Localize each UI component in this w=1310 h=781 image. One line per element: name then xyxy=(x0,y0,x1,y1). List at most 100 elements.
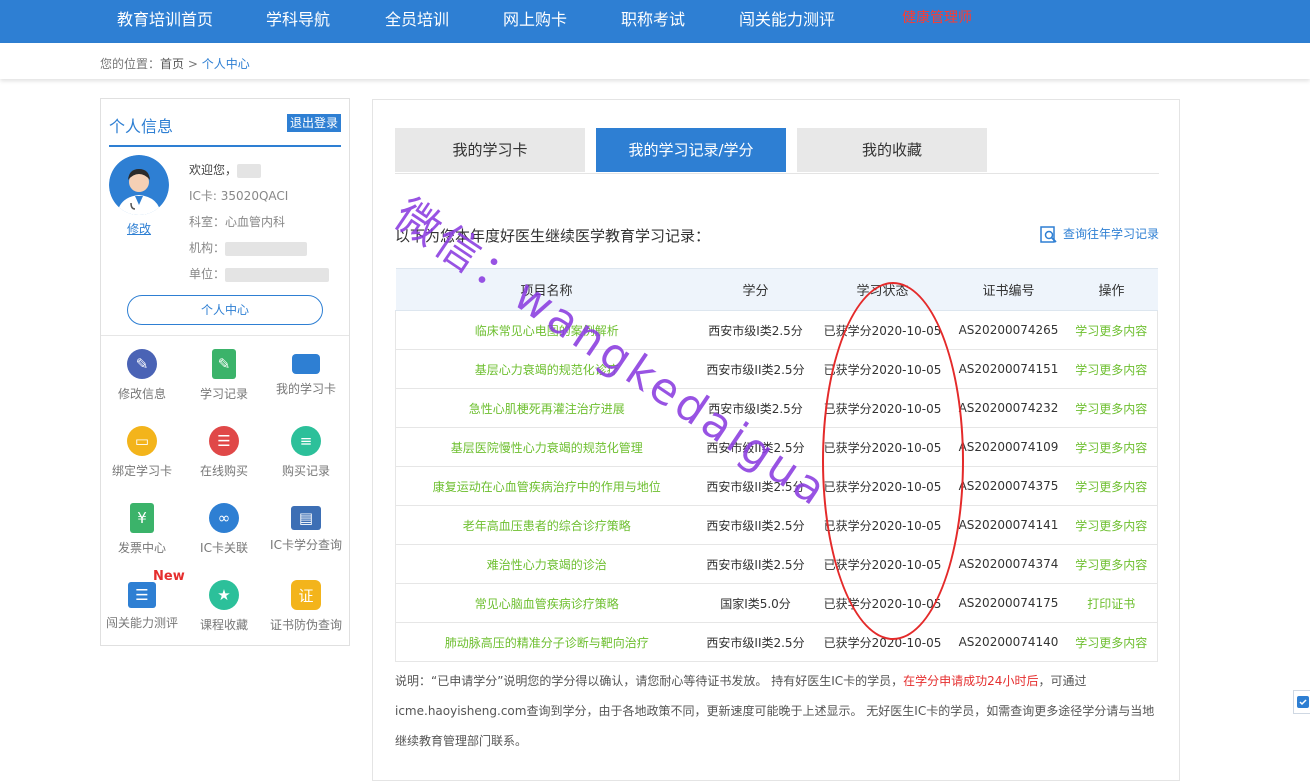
nav-title-exam[interactable]: 职称考试 xyxy=(621,0,685,43)
menu-my-card[interactable]: 我的学习卡 xyxy=(265,349,347,397)
course-name-link[interactable]: 康复运动在心血管疾病治疗中的作用与地位 xyxy=(395,466,698,506)
nav-assessment[interactable]: 闯关能力测评 xyxy=(739,0,835,43)
status-cell: 已获学分2020-10-05 xyxy=(813,583,952,623)
study-records-table: 项目名称 学分 学习状态 证书编号 操作 临床常见心电图的案例解析 西安市级I类… xyxy=(395,268,1158,662)
course-name-link[interactable]: 难治性心力衰竭的诊治 xyxy=(395,544,698,584)
credit-cell: 西安市级I类2.5分 xyxy=(697,310,814,350)
ic-query-icon: ▤ xyxy=(291,506,321,530)
check-icon xyxy=(1297,696,1309,708)
status-cell: 已获学分2020-10-05 xyxy=(813,466,952,506)
credit-cell: 西安市级II类2.5分 xyxy=(697,466,814,506)
course-name-link[interactable]: 常见心脑血管疾病诊疗策略 xyxy=(395,583,698,623)
menu-ic-link[interactable]: ∞ IC卡关联 xyxy=(183,503,265,556)
nav-all-staff-training[interactable]: 全员培训 xyxy=(385,0,449,43)
nav-subjects[interactable]: 学科导航 xyxy=(266,0,330,43)
menu-label: IC卡关联 xyxy=(200,541,248,555)
profile-divider xyxy=(101,335,349,336)
menu-course-favorites[interactable]: ★ 课程收藏 xyxy=(183,580,265,633)
action-link[interactable]: 学习更多内容 xyxy=(1065,622,1158,662)
column-header-cert-no: 证书编号 xyxy=(951,268,1066,311)
course-name-link[interactable]: 基层心力衰竭的规范化诊疗 xyxy=(395,349,698,389)
action-link[interactable]: 学习更多内容 xyxy=(1065,544,1158,584)
profile-title: 个人信息 xyxy=(109,117,174,136)
action-link[interactable]: 学习更多内容 xyxy=(1065,427,1158,467)
course-name-link[interactable]: 老年高血压患者的综合诊疗策略 xyxy=(395,505,698,545)
menu-label: 证书防伪查询 xyxy=(269,618,342,632)
menu-label: 绑定学习卡 xyxy=(111,464,172,478)
breadcrumb-home-link[interactable]: 首页 xyxy=(160,57,184,71)
credit-cell: 西安市级II类2.5分 xyxy=(697,505,814,545)
personal-center-button[interactable]: 个人中心 xyxy=(127,295,323,325)
doctor-avatar-icon xyxy=(109,155,169,215)
menu-ic-credit-query[interactable]: ▤ IC卡学分查询 xyxy=(265,503,347,553)
organization-label: 机构： xyxy=(189,241,226,255)
table-row: 基层心力衰竭的规范化诊疗 西安市级II类2.5分 已获学分2020-10-05 … xyxy=(395,349,1158,389)
assessment-icon: ☰ xyxy=(128,582,156,608)
menu-online-buy[interactable]: ☰ 在线购买 xyxy=(183,426,265,479)
menu-label: 发票中心 xyxy=(117,541,166,555)
menu-label: 我的学习卡 xyxy=(275,382,336,396)
cert-number-cell: AS20200074374 xyxy=(951,544,1066,584)
credit-cell: 西安市级II类2.5分 xyxy=(697,622,814,662)
print-certificate-link[interactable]: 打印证书 xyxy=(1065,583,1158,623)
menu-edit-info[interactable]: ✎ 修改信息 xyxy=(101,349,183,402)
course-name-link[interactable]: 肺动脉高压的精准分子诊断与靶向治疗 xyxy=(395,622,698,662)
study-record-icon: ✎ xyxy=(212,349,236,379)
credit-cell: 西安市级II类2.5分 xyxy=(697,349,814,389)
table-row: 急性心肌梗死再灌注治疗进展 西安市级I类2.5分 已获学分2020-10-05 … xyxy=(395,388,1158,428)
edit-profile-link[interactable]: 修改 xyxy=(127,220,151,237)
table-row: 老年高血压患者的综合诊疗策略 西安市级II类2.5分 已获学分2020-10-0… xyxy=(395,505,1158,545)
nav-home[interactable]: 教育培训首页 xyxy=(117,0,213,43)
tab-favorites[interactable]: 我的收藏 xyxy=(797,128,987,172)
menu-label: 学习记录 xyxy=(199,387,248,401)
credit-cell: 西安市级II类2.5分 xyxy=(697,544,814,584)
column-header-credit: 学分 xyxy=(697,268,814,311)
purchase-record-icon: ≡ xyxy=(291,426,321,456)
menu-invoice[interactable]: ¥ 发票中心 xyxy=(101,503,183,556)
table-row: 康复运动在心血管疾病治疗中的作用与地位 西安市级II类2.5分 已获学分2020… xyxy=(395,466,1158,506)
menu-purchase-record[interactable]: ≡ 购买记录 xyxy=(265,426,347,479)
table-row: 基层医院慢性心力衰竭的规范化管理 西安市级II类2.5分 已获学分2020-10… xyxy=(395,427,1158,467)
course-name-link[interactable]: 临床常见心电图的案例解析 xyxy=(395,310,698,350)
menu-assessment[interactable]: ☰ 闯关能力测评 xyxy=(101,580,183,631)
notes-line-3: 继续教育管理部门联系。 xyxy=(395,734,528,748)
floating-side-button[interactable] xyxy=(1293,690,1310,714)
course-name-link[interactable]: 基层医院慢性心力衰竭的规范化管理 xyxy=(395,427,698,467)
credit-cell: 西安市级I类2.5分 xyxy=(697,388,814,428)
records-intro: 以下为您本年度好医生继续医学教育学习记录： xyxy=(395,227,711,245)
menu-bind-card[interactable]: ▭ 绑定学习卡 xyxy=(101,426,183,479)
profile-panel: 个人信息 退出登录 修改 欢迎您， IC卡: 35020QACI 科室：心血管内… xyxy=(100,98,350,646)
status-cell: 已获学分2020-10-05 xyxy=(813,388,952,428)
table-row: 临床常见心电图的案例解析 西安市级I类2.5分 已获学分2020-10-05 A… xyxy=(395,310,1158,350)
notes: 说明：“已申请学分”说明您的学分得以确认，请您耐心等待证书发放。 持有好医生IC… xyxy=(395,666,1165,756)
course-name-link[interactable]: 急性心肌梗死再灌注治疗进展 xyxy=(395,388,698,428)
cert-number-cell: AS20200074141 xyxy=(951,505,1066,545)
tab-study-records[interactable]: 我的学习记录/学分 xyxy=(596,128,786,172)
table-row: 肺动脉高压的精准分子诊断与靶向治疗 西安市级II类2.5分 已获学分2020-1… xyxy=(395,622,1158,662)
credit-cell: 国家I类5.0分 xyxy=(697,583,814,623)
nav-buy-card[interactable]: 网上购卡 xyxy=(503,0,567,43)
unit-redacted xyxy=(225,267,330,282)
cert-number-cell: AS20200074175 xyxy=(951,583,1066,623)
menu-study-record[interactable]: ✎ 学习记录 xyxy=(183,349,265,402)
notes-part-2: ，可通过 xyxy=(1038,674,1087,688)
history-records-label: 查询往年学习记录 xyxy=(1062,227,1159,241)
action-link[interactable]: 学习更多内容 xyxy=(1065,466,1158,506)
bind-card-icon: ▭ xyxy=(127,426,157,456)
welcome-text: 欢迎您， xyxy=(189,163,238,177)
history-records-link[interactable]: 查询往年学习记录 xyxy=(1040,225,1159,244)
action-link[interactable]: 学习更多内容 xyxy=(1065,505,1158,545)
cert-number-cell: AS20200074232 xyxy=(951,388,1066,428)
action-link[interactable]: 学习更多内容 xyxy=(1065,388,1158,428)
action-link[interactable]: 学习更多内容 xyxy=(1065,349,1158,389)
action-link[interactable]: 学习更多内容 xyxy=(1065,310,1158,350)
breadcrumb-separator: > xyxy=(184,57,202,71)
menu-label: 购买记录 xyxy=(281,464,330,478)
menu-certificate-verify[interactable]: 证 证书防伪查询 xyxy=(265,580,347,633)
tab-my-study-card[interactable]: 我的学习卡 xyxy=(395,128,585,172)
logout-button[interactable]: 退出登录 xyxy=(286,114,341,132)
nav-health-manager[interactable]: 健康管理师 xyxy=(902,0,972,43)
table-row: 常见心脑血管疾病诊疗策略 国家I类5.0分 已获学分2020-10-05 AS2… xyxy=(395,583,1158,623)
edit-icon: ✎ xyxy=(127,349,157,379)
cert-number-cell: AS20200074151 xyxy=(951,349,1066,389)
